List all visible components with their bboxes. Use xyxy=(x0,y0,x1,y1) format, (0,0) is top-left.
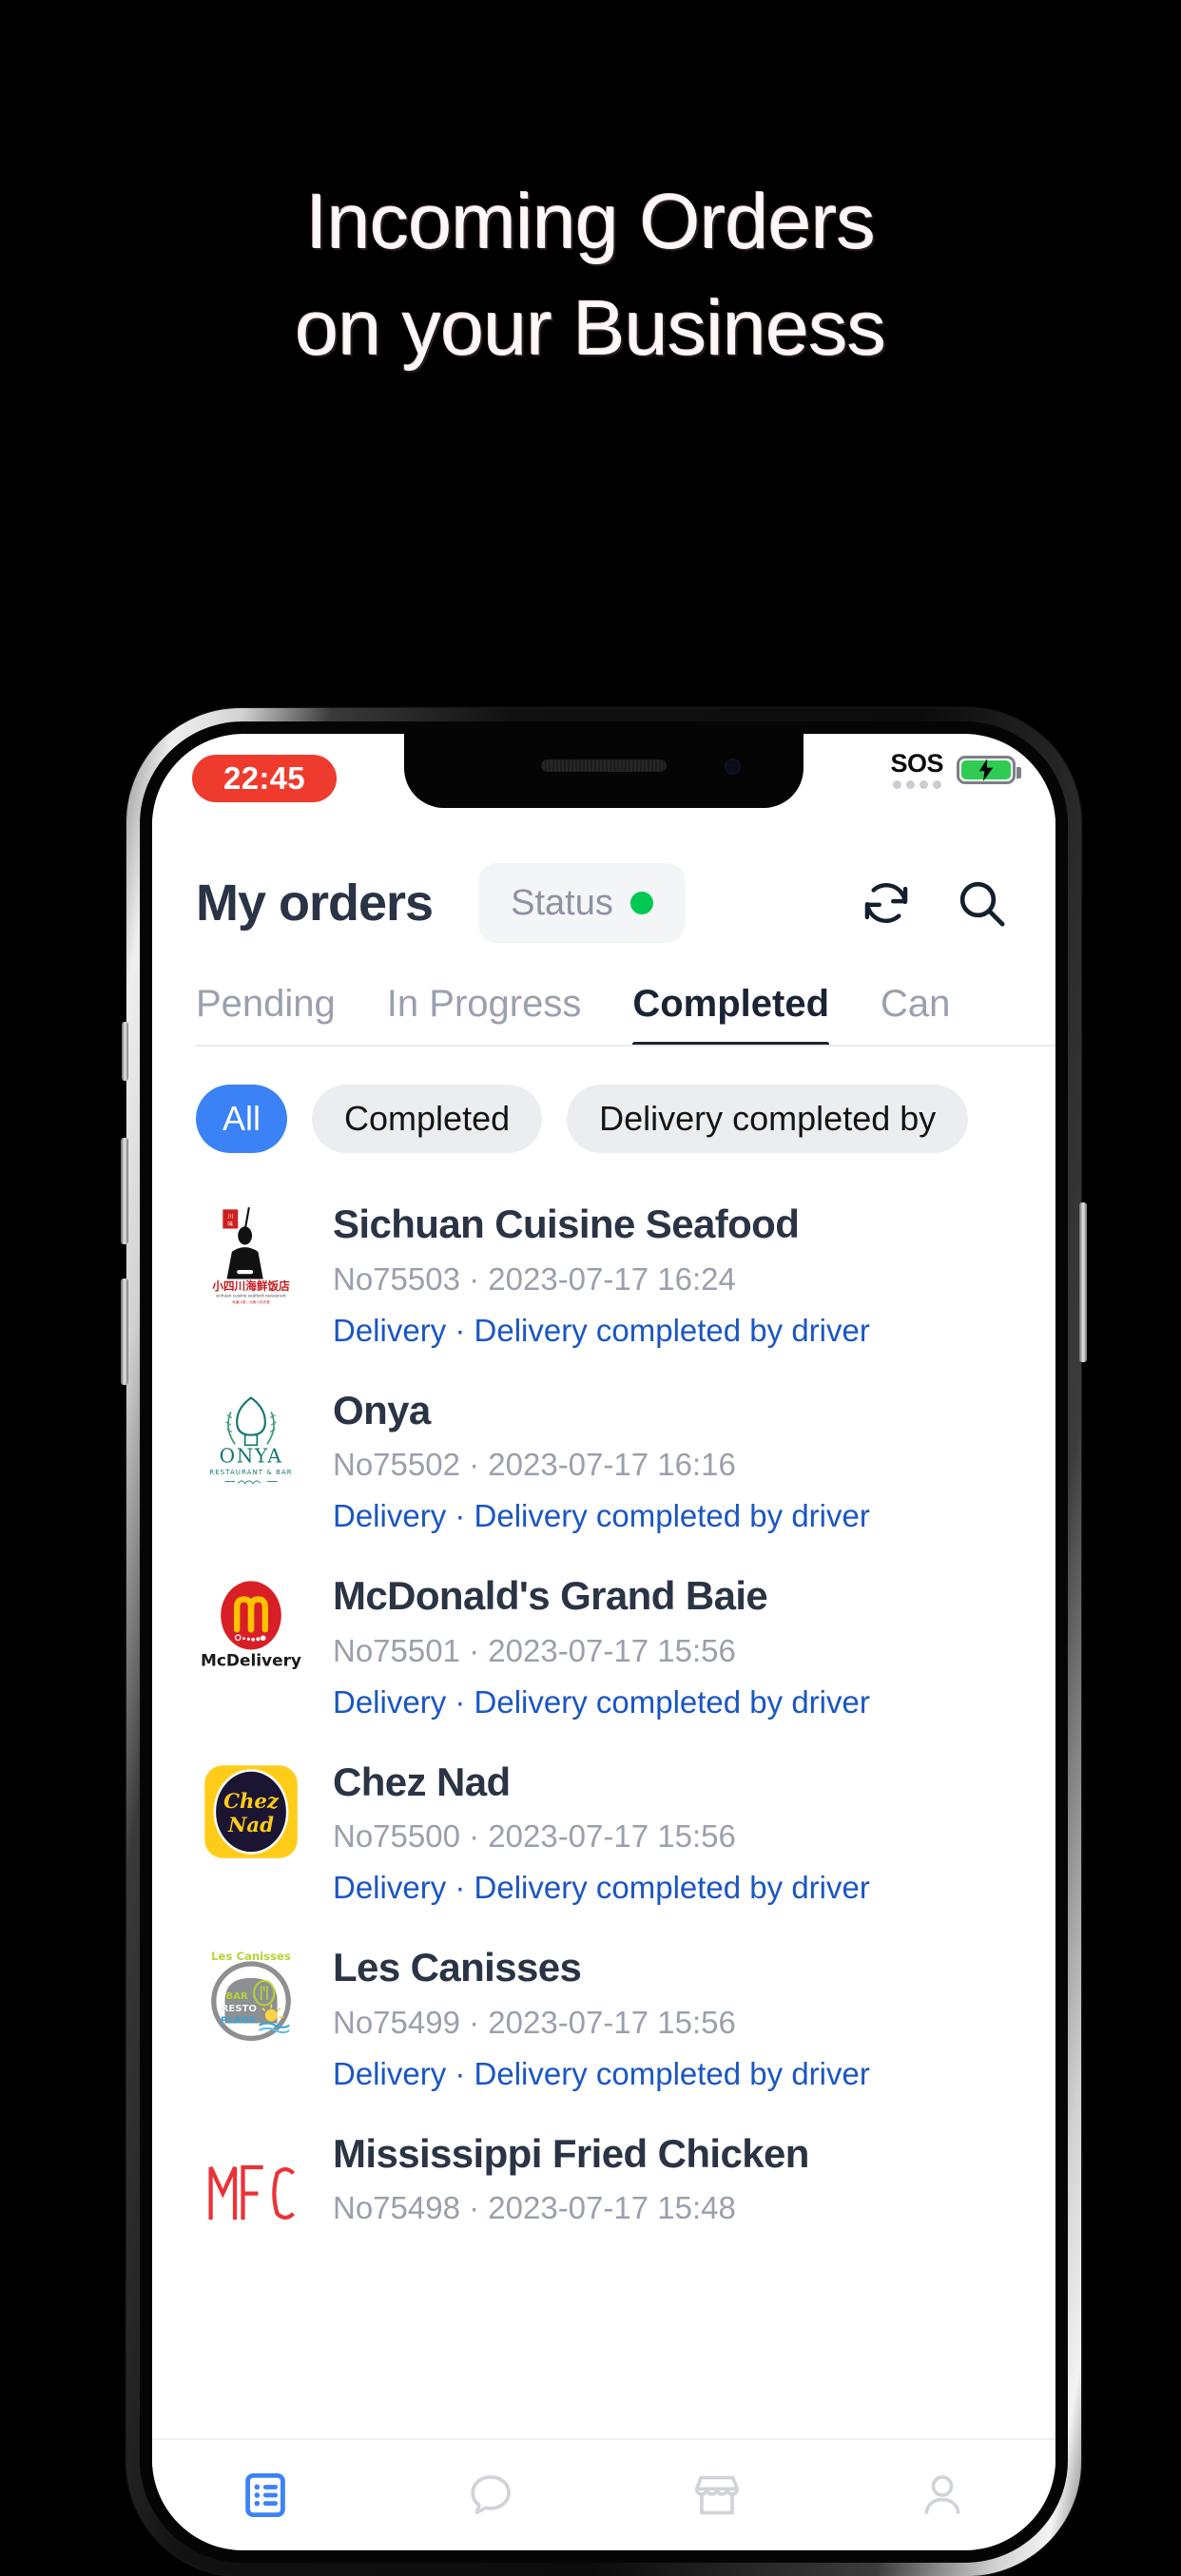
nav-item-profile[interactable] xyxy=(890,2458,995,2532)
status-filter-chip[interactable]: Status xyxy=(478,863,686,943)
tab-in-progress[interactable]: In Progress xyxy=(387,983,582,1047)
profile-icon xyxy=(924,2475,960,2514)
status-bar-right: SOS xyxy=(890,751,1021,789)
order-meta: No75503 · 2023-07-17 16:24 xyxy=(333,1260,736,1297)
promo-headline: Incoming Orders on your Business xyxy=(0,0,1181,722)
nav-item-chat[interactable] xyxy=(438,2458,543,2532)
order-meta: No75498 · 2023-07-17 15:48 xyxy=(333,2190,736,2226)
svg-text:PLAGE: PLAGE xyxy=(221,2016,256,2027)
order-restaurant-name: Les Canisses xyxy=(333,1945,582,1990)
svg-text:McDelivery: McDelivery xyxy=(201,1650,301,1669)
tab-completed[interactable]: Completed xyxy=(632,983,829,1047)
order-list-item[interactable]: McDelivery McDonald's Grand Baie No75501… xyxy=(152,1553,1055,1740)
svg-text:味: 味 xyxy=(227,1220,233,1227)
svg-text:川: 川 xyxy=(227,1213,233,1220)
order-status-text: Delivery · Delivery completed by driver xyxy=(333,1683,870,1720)
phone-mockup: 22:45 SOS My orders Status Pending In Pr… xyxy=(121,708,1087,2576)
order-status-tabs: Pending In Progress Completed Canc xyxy=(152,943,1055,1047)
nav-item-orders[interactable] xyxy=(213,2458,318,2532)
mcdelivery-logo: McDelivery xyxy=(196,1570,306,1681)
order-meta: No75501 · 2023-07-17 15:56 xyxy=(333,1632,736,1668)
tab-cancelled[interactable]: Canc xyxy=(881,983,949,1047)
order-restaurant-name: Mississippi Fried Chicken xyxy=(333,2130,809,2176)
signal-dots-icon xyxy=(892,780,941,789)
silent-switch[interactable] xyxy=(122,1022,128,1081)
svg-text:地道川菜，为食人的天堂: 地道川菜，为食人的天堂 xyxy=(232,1299,270,1304)
order-status-text: Delivery · Delivery completed by driver xyxy=(333,2055,870,2091)
list-fade-overlay xyxy=(152,2413,1055,2438)
search-icon[interactable] xyxy=(955,876,1008,930)
refresh-icon[interactable] xyxy=(860,876,913,930)
volume-up-button[interactable] xyxy=(121,1138,128,1244)
mfc-logo xyxy=(196,2128,306,2239)
order-restaurant-name: McDonald's Grand Baie xyxy=(333,1573,768,1619)
battery-charging-icon xyxy=(957,756,1021,784)
sos-indicator: SOS xyxy=(890,751,943,789)
tabs-divider xyxy=(196,1045,1055,1047)
svg-text:sichuan cuisine seafood restau: sichuan cuisine seafood restaurant xyxy=(216,1294,286,1298)
svg-text:RESTAURANT & BAR: RESTAURANT & BAR xyxy=(209,1469,292,1476)
bottom-navigation xyxy=(152,2438,1055,2550)
status-online-dot-icon xyxy=(629,892,653,914)
order-list-item[interactable]: Mississippi Fried Chicken No75498 · 2023… xyxy=(152,2111,1055,2258)
tab-pending[interactable]: Pending xyxy=(196,983,336,1047)
recording-time-pill: 22:45 xyxy=(192,755,337,802)
order-list-item[interactable]: ONYA RESTAURANT & BAR Onya No75502 · 202… xyxy=(152,1368,1055,1554)
svg-text:RESTO: RESTO xyxy=(222,2004,258,2014)
sos-label: SOS xyxy=(890,749,943,778)
app-content: My orders Status Pending In Progress Com… xyxy=(152,814,1055,2550)
lightning-bolt-icon xyxy=(978,759,994,781)
svg-text:Chez: Chez xyxy=(223,1788,280,1812)
orders-icon xyxy=(244,2473,285,2517)
chip-all[interactable]: All xyxy=(196,1085,288,1153)
chip-delivery-completed-by[interactable]: Delivery completed by xyxy=(567,1085,969,1153)
chez-nad-logo: Chez Nad xyxy=(196,1757,306,1867)
header-icons xyxy=(860,876,1012,930)
page-title: My orders xyxy=(196,875,434,932)
onya-restaurant-bar-logo: ONYA RESTAURANT & BAR xyxy=(196,1385,306,1495)
chip-completed[interactable]: Completed xyxy=(312,1085,543,1153)
order-status-text: Delivery · Delivery completed by driver xyxy=(333,1498,870,1534)
nav-item-store[interactable] xyxy=(665,2458,769,2532)
order-meta: No75500 · 2023-07-17 15:56 xyxy=(333,1818,736,1855)
order-meta: No75502 · 2023-07-17 16:16 xyxy=(333,1447,736,1483)
svg-text:Nad: Nad xyxy=(227,1813,274,1836)
status-chip-label: Status xyxy=(511,882,613,923)
chat-icon xyxy=(471,2475,512,2515)
svg-text:Les Canisses: Les Canisses xyxy=(211,1950,291,1963)
order-restaurant-name: Onya xyxy=(333,1387,431,1432)
status-bar: 22:45 SOS xyxy=(152,734,1055,814)
order-status-text: Delivery · Delivery completed by driver xyxy=(333,1870,870,1906)
store-icon xyxy=(694,2475,739,2515)
order-restaurant-name: Sichuan Cuisine Seafood xyxy=(333,1201,800,1246)
order-list-item[interactable]: 川 味 小四川海鲜饭店 sichuan cuisine seafood rest… xyxy=(152,1182,1055,1368)
les-canisses-bar-resto-plage-logo: BAR RESTO PLAGE Les Canisses xyxy=(196,1942,306,2052)
svg-text:ONYA: ONYA xyxy=(220,1444,283,1467)
promo-line-2: on your Business xyxy=(295,284,886,372)
promo-line-1: Incoming Orders xyxy=(305,179,876,265)
volume-down-button[interactable] xyxy=(121,1278,128,1385)
order-meta: No75499 · 2023-07-17 15:56 xyxy=(333,2004,736,2040)
app-header: My orders Status xyxy=(152,814,1055,943)
sichuan-cuisine-seafood-logo: 川 味 小四川海鲜饭店 sichuan cuisine seafood rest… xyxy=(196,1199,306,1309)
svg-text:BAR: BAR xyxy=(226,1991,248,2002)
svg-text:小四川海鲜饭店: 小四川海鲜饭店 xyxy=(211,1279,290,1293)
orders-list: 川 味 小四川海鲜饭店 sichuan cuisine seafood rest… xyxy=(152,1153,1055,2258)
order-list-item[interactable]: BAR RESTO PLAGE Les Canisses Les Canisse… xyxy=(152,1925,1055,2111)
order-status-text: Delivery · Delivery completed by driver xyxy=(333,1312,870,1348)
phone-screen: 22:45 SOS My orders Status Pending In Pr… xyxy=(152,734,1055,2550)
order-restaurant-name: Chez Nad xyxy=(333,1759,511,1804)
order-list-item[interactable]: Chez Nad Chez Nad No75500 · 2023-07-17 1… xyxy=(152,1740,1055,1926)
filter-chips: All Completed Delivery completed by xyxy=(152,1047,1055,1153)
power-button[interactable] xyxy=(1079,1202,1087,1362)
